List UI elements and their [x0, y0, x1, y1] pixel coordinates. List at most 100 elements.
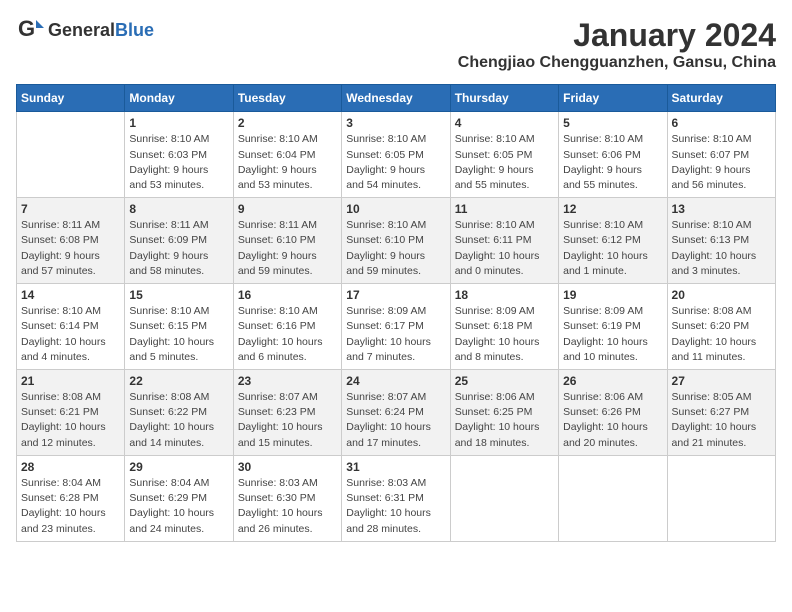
- day-info: Sunrise: 8:10 AMSunset: 6:16 PMDaylight:…: [238, 304, 337, 365]
- day-info: Sunrise: 8:07 AMSunset: 6:23 PMDaylight:…: [238, 390, 337, 451]
- header-cell-wednesday: Wednesday: [342, 85, 450, 112]
- day-info: Sunrise: 8:06 AMSunset: 6:26 PMDaylight:…: [563, 390, 662, 451]
- day-info: Sunrise: 8:10 AMSunset: 6:11 PMDaylight:…: [455, 218, 554, 279]
- day-number: 31: [346, 460, 445, 474]
- day-info: Sunrise: 8:04 AMSunset: 6:29 PMDaylight:…: [129, 476, 228, 537]
- day-number: 24: [346, 374, 445, 388]
- day-info: Sunrise: 8:09 AMSunset: 6:17 PMDaylight:…: [346, 304, 445, 365]
- calendar-cell: 26 Sunrise: 8:06 AMSunset: 6:26 PMDayligh…: [559, 370, 667, 456]
- calendar-cell: 17Sunrise: 8:09 AMSunset: 6:17 PMDayligh…: [342, 284, 450, 370]
- calendar-cell: 12Sunrise: 8:10 AMSunset: 6:12 PMDayligh…: [559, 198, 667, 284]
- week-row-3: 14Sunrise: 8:10 AMSunset: 6:14 PMDayligh…: [17, 284, 776, 370]
- calendar-cell: [559, 455, 667, 541]
- logo: G GeneralBlue: [16, 16, 154, 44]
- day-number: 3: [346, 116, 445, 130]
- calendar-cell: [17, 112, 125, 198]
- day-number: 5: [563, 116, 662, 130]
- day-info: Sunrise: 8:10 AMSunset: 6:05 PMDaylight:…: [455, 132, 554, 193]
- day-info: Sunrise: 8:03 AMSunset: 6:31 PMDaylight:…: [346, 476, 445, 537]
- calendar-cell: [667, 455, 775, 541]
- calendar-cell: 23 Sunrise: 8:07 AMSunset: 6:23 PMDayligh…: [233, 370, 341, 456]
- header: G GeneralBlue January 2024 Chengjiao Che…: [16, 16, 776, 72]
- day-info: Sunrise: 8:08 AMSunset: 6:22 PMDaylight:…: [129, 390, 228, 451]
- calendar-cell: [450, 455, 558, 541]
- calendar-cell: 31 Sunrise: 8:03 AMSunset: 6:31 PMDayligh…: [342, 455, 450, 541]
- calendar-cell: 3 Sunrise: 8:10 AMSunset: 6:05 PMDaylight…: [342, 112, 450, 198]
- day-number: 21: [21, 374, 120, 388]
- day-number: 19: [563, 288, 662, 302]
- day-info: Sunrise: 8:10 AMSunset: 6:13 PMDaylight:…: [672, 218, 771, 279]
- day-number: 22: [129, 374, 228, 388]
- day-number: 18: [455, 288, 554, 302]
- calendar-cell: 8Sunrise: 8:11 AMSunset: 6:09 PMDaylight…: [125, 198, 233, 284]
- header-cell-saturday: Saturday: [667, 85, 775, 112]
- logo-icon: G: [16, 16, 44, 44]
- day-info: Sunrise: 8:03 AMSunset: 6:30 PMDaylight:…: [238, 476, 337, 537]
- day-info: Sunrise: 8:08 AMSunset: 6:20 PMDaylight:…: [672, 304, 771, 365]
- day-number: 10: [346, 202, 445, 216]
- day-info: Sunrise: 8:10 AMSunset: 6:03 PMDaylight:…: [129, 132, 228, 193]
- day-number: 14: [21, 288, 120, 302]
- calendar-cell: 4Sunrise: 8:10 AMSunset: 6:05 PMDaylight…: [450, 112, 558, 198]
- day-info: Sunrise: 8:08 AMSunset: 6:21 PMDaylight:…: [21, 390, 120, 451]
- calendar-cell: 14Sunrise: 8:10 AMSunset: 6:14 PMDayligh…: [17, 284, 125, 370]
- day-info: Sunrise: 8:07 AMSunset: 6:24 PMDaylight:…: [346, 390, 445, 451]
- header-cell-tuesday: Tuesday: [233, 85, 341, 112]
- calendar-cell: 22 Sunrise: 8:08 AMSunset: 6:22 PMDayligh…: [125, 370, 233, 456]
- header-cell-monday: Monday: [125, 85, 233, 112]
- calendar-cell: 11Sunrise: 8:10 AMSunset: 6:11 PMDayligh…: [450, 198, 558, 284]
- calendar-cell: 25 Sunrise: 8:06 AMSunset: 6:25 PMDayligh…: [450, 370, 558, 456]
- calendar-cell: 13 Sunrise: 8:10 AMSunset: 6:13 PMDayligh…: [667, 198, 775, 284]
- day-number: 8: [129, 202, 228, 216]
- calendar-cell: 27 Sunrise: 8:05 AMSunset: 6:27 PMDayligh…: [667, 370, 775, 456]
- calendar-cell: 15Sunrise: 8:10 AMSunset: 6:15 PMDayligh…: [125, 284, 233, 370]
- header-cell-sunday: Sunday: [17, 85, 125, 112]
- calendar-body: 1 Sunrise: 8:10 AMSunset: 6:03 PMDaylight…: [17, 112, 776, 541]
- svg-text:G: G: [18, 16, 35, 41]
- day-info: Sunrise: 8:09 AMSunset: 6:18 PMDaylight:…: [455, 304, 554, 365]
- week-row-4: 21 Sunrise: 8:08 AMSunset: 6:21 PMDayligh…: [17, 370, 776, 456]
- day-number: 12: [563, 202, 662, 216]
- logo-blue: Blue: [115, 20, 154, 40]
- week-row-2: 7Sunrise: 8:11 AMSunset: 6:08 PMDaylight…: [17, 198, 776, 284]
- day-number: 26: [563, 374, 662, 388]
- calendar-cell: 18 Sunrise: 8:09 AMSunset: 6:18 PMDayligh…: [450, 284, 558, 370]
- week-row-5: 28 Sunrise: 8:04 AMSunset: 6:28 PMDayligh…: [17, 455, 776, 541]
- calendar-cell: 6Sunrise: 8:10 AMSunset: 6:07 PMDaylight…: [667, 112, 775, 198]
- day-number: 15: [129, 288, 228, 302]
- day-info: Sunrise: 8:10 AMSunset: 6:05 PMDaylight:…: [346, 132, 445, 193]
- day-number: 20: [672, 288, 771, 302]
- day-number: 13: [672, 202, 771, 216]
- day-info: Sunrise: 8:10 AMSunset: 6:04 PMDaylight:…: [238, 132, 337, 193]
- day-info: Sunrise: 8:05 AMSunset: 6:27 PMDaylight:…: [672, 390, 771, 451]
- calendar-cell: 5Sunrise: 8:10 AMSunset: 6:06 PMDaylight…: [559, 112, 667, 198]
- header-row: SundayMondayTuesdayWednesdayThursdayFrid…: [17, 85, 776, 112]
- title-block: January 2024 Chengjiao Chengguanzhen, Ga…: [458, 16, 776, 72]
- day-info: Sunrise: 8:06 AMSunset: 6:25 PMDaylight:…: [455, 390, 554, 451]
- day-number: 7: [21, 202, 120, 216]
- day-number: 2: [238, 116, 337, 130]
- calendar-cell: 2 Sunrise: 8:10 AMSunset: 6:04 PMDaylight…: [233, 112, 341, 198]
- header-cell-thursday: Thursday: [450, 85, 558, 112]
- calendar-cell: 19 Sunrise: 8:09 AMSunset: 6:19 PMDayligh…: [559, 284, 667, 370]
- calendar-cell: 30Sunrise: 8:03 AMSunset: 6:30 PMDayligh…: [233, 455, 341, 541]
- day-info: Sunrise: 8:09 AMSunset: 6:19 PMDaylight:…: [563, 304, 662, 365]
- logo-general: General: [48, 20, 115, 40]
- day-info: Sunrise: 8:04 AMSunset: 6:28 PMDaylight:…: [21, 476, 120, 537]
- day-number: 6: [672, 116, 771, 130]
- day-info: Sunrise: 8:10 AMSunset: 6:10 PMDaylight:…: [346, 218, 445, 279]
- calendar-header: SundayMondayTuesdayWednesdayThursdayFrid…: [17, 85, 776, 112]
- day-number: 27: [672, 374, 771, 388]
- calendar-table: SundayMondayTuesdayWednesdayThursdayFrid…: [16, 84, 776, 541]
- day-number: 25: [455, 374, 554, 388]
- calendar-cell: 1 Sunrise: 8:10 AMSunset: 6:03 PMDaylight…: [125, 112, 233, 198]
- subtitle: Chengjiao Chengguanzhen, Gansu, China: [458, 54, 776, 72]
- calendar-cell: 21 Sunrise: 8:08 AMSunset: 6:21 PMDayligh…: [17, 370, 125, 456]
- calendar-cell: 20 Sunrise: 8:08 AMSunset: 6:20 PMDayligh…: [667, 284, 775, 370]
- day-number: 23: [238, 374, 337, 388]
- main-title: January 2024: [458, 16, 776, 54]
- day-info: Sunrise: 8:11 AMSunset: 6:10 PMDaylight:…: [238, 218, 337, 279]
- day-number: 1: [129, 116, 228, 130]
- header-cell-friday: Friday: [559, 85, 667, 112]
- day-number: 28: [21, 460, 120, 474]
